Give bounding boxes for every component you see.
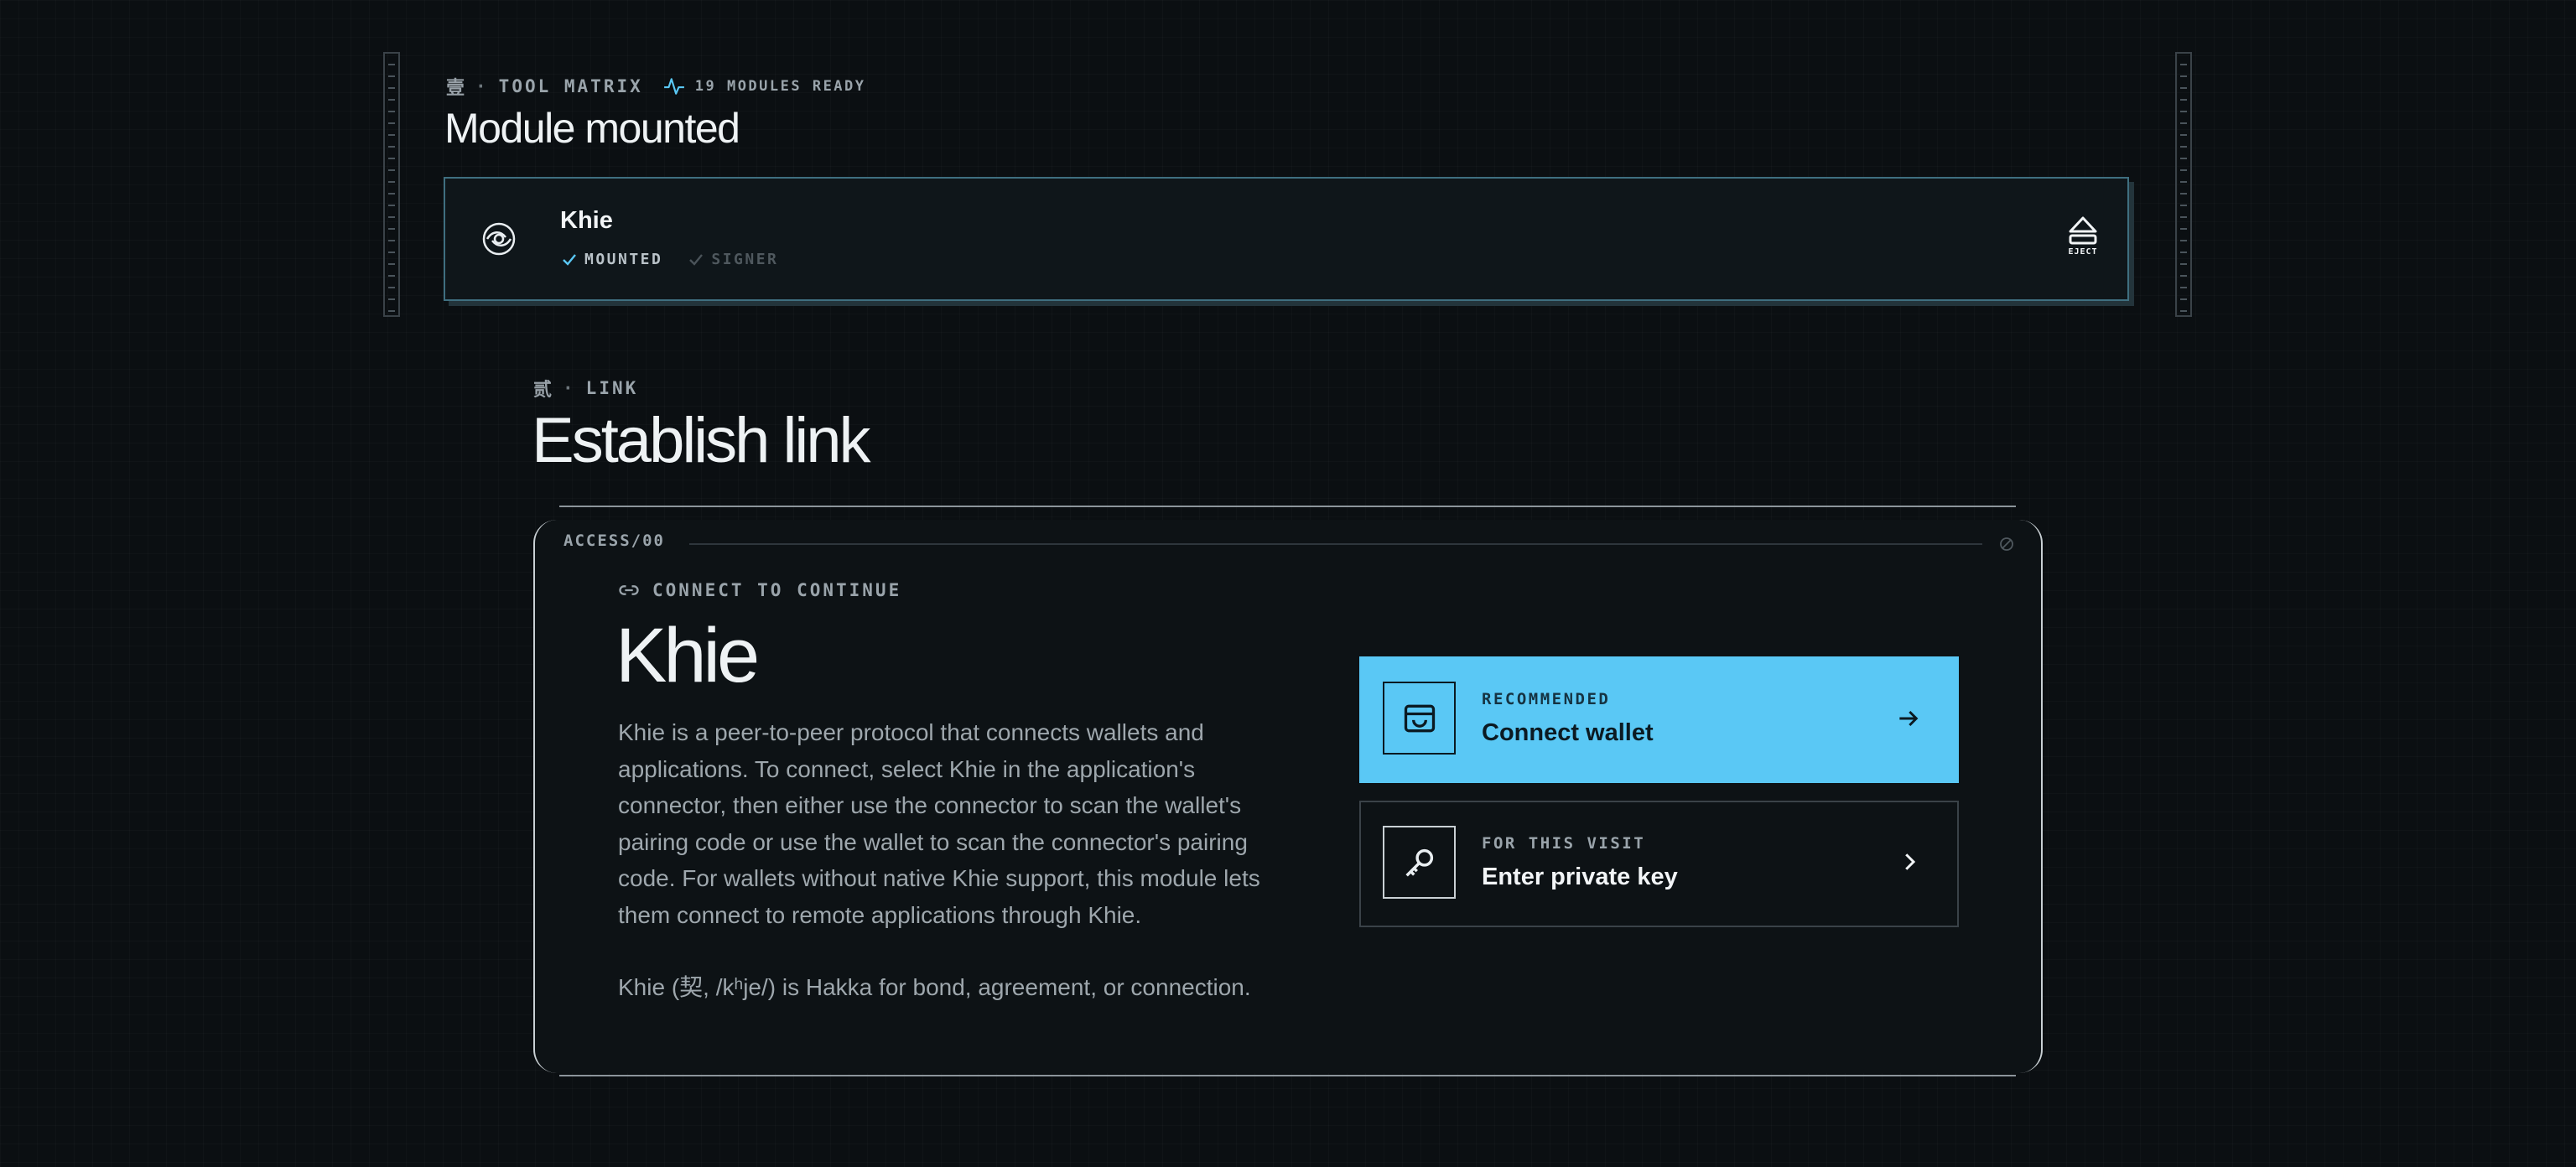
- panel-bottom-rule: [559, 1075, 2016, 1076]
- check-icon: [688, 252, 704, 268]
- panel-top-rule: [559, 506, 2016, 507]
- tool-matrix-eyebrow: 壹 · TOOL MATRIX 19 MODULES READY: [446, 74, 866, 99]
- connect-eyebrow-row: CONNECT TO CONTINUE: [617, 578, 901, 602]
- connect-wallet-label: Connect wallet: [1482, 719, 1654, 746]
- enter-private-key-button[interactable]: FOR THIS VISIT Enter private key: [1359, 801, 1959, 927]
- wallet-icon: [1401, 700, 1438, 737]
- enter-private-key-label: Enter private key: [1482, 864, 1678, 890]
- mounted-module-card: Khie MOUNTED SIGNER EJECT: [444, 177, 2129, 301]
- wallet-icon-box: [1383, 682, 1456, 755]
- tool-matrix-label: TOOL MATRIX: [498, 76, 643, 96]
- establish-link-title: Establish link: [532, 405, 871, 476]
- connect-wallet-button[interactable]: RECOMMENDED Connect wallet: [1359, 656, 1959, 783]
- section-glyph: 壹: [446, 78, 468, 99]
- protocol-heading: Khie: [615, 613, 760, 698]
- link-eyebrow: 贰 · LINK: [533, 376, 638, 401]
- module-name: Khie: [560, 207, 613, 234]
- chevron-right-icon: [1897, 849, 1922, 874]
- activity-icon: [663, 75, 685, 97]
- protocol-description: Khie is a peer-to-peer protocol that con…: [618, 719, 1260, 928]
- key-icon-box: [1383, 826, 1456, 899]
- connect-eyebrow: CONNECT TO CONTINUE: [652, 580, 902, 600]
- key-icon: [1400, 843, 1439, 882]
- link-icon: [617, 578, 641, 602]
- access-header-rule: [689, 543, 1982, 545]
- check-icon: [561, 252, 578, 268]
- mounted-badge: MOUNTED: [584, 251, 663, 268]
- link-label: LINK: [585, 378, 639, 398]
- module-mounted-title: Module mounted: [444, 105, 740, 152]
- eject-label: EJECT: [2068, 247, 2098, 257]
- left-ruler: [383, 52, 400, 317]
- access-tag: ACCESS/00: [564, 532, 665, 550]
- modules-ready-status: 19 MODULES READY: [694, 78, 866, 95]
- right-ruler: [2175, 52, 2192, 317]
- eject-button[interactable]: EJECT: [2062, 215, 2104, 266]
- eject-icon: [2066, 215, 2100, 246]
- recommended-eyebrow: RECOMMENDED: [1482, 690, 1611, 708]
- for-this-visit-eyebrow: FOR THIS VISIT: [1482, 834, 1646, 853]
- khie-logo-icon: [480, 220, 517, 262]
- section-glyph: 贰: [533, 380, 555, 401]
- protocol-etymology: Khie (契, /kʰje/) is Hakka for bond, agre…: [618, 974, 1251, 1000]
- signer-badge: SIGNER: [711, 251, 779, 268]
- slash-circle-icon: [1999, 537, 2014, 552]
- arrow-right-icon: [1895, 705, 1922, 732]
